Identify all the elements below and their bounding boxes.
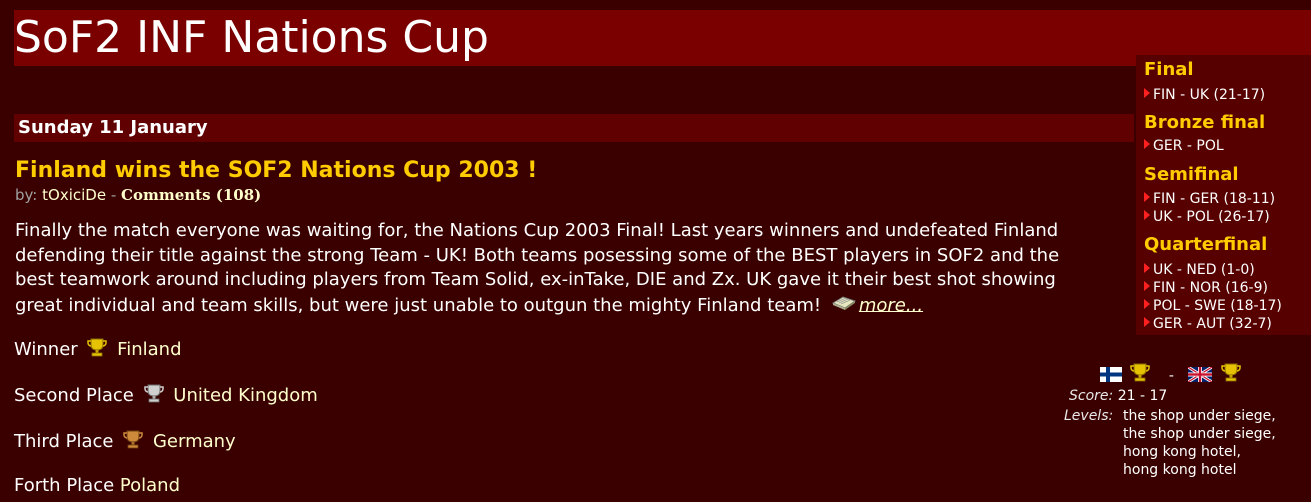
placing-third: Third Place Germany bbox=[14, 429, 236, 454]
arrow-right-icon bbox=[1144, 192, 1150, 202]
site-title: SoF2 INF Nations Cup bbox=[14, 12, 489, 63]
result-item[interactable]: FIN - UK (21-17) bbox=[1144, 86, 1265, 104]
article-line: defending their title against the strong… bbox=[15, 244, 1060, 266]
article-body: Finally the match everyone was waiting f… bbox=[15, 219, 1135, 318]
score-row: Score: 21 - 17 bbox=[1069, 388, 1167, 404]
final-match-box: - Score: 21 - 17 Levels: the shop under … bbox=[1060, 362, 1311, 502]
placing-fourth: Forth Place Poland bbox=[14, 475, 180, 496]
date-bar: Sunday 11 January bbox=[14, 114, 1134, 142]
result-label: POL - SWE (18-17) bbox=[1153, 298, 1282, 314]
result-label: FIN - UK (21-17) bbox=[1153, 87, 1266, 103]
article-line: great individual and team skills, but we… bbox=[15, 294, 822, 316]
level-item: the shop under siege, bbox=[1123, 408, 1276, 424]
by-label: by: bbox=[15, 186, 43, 204]
comments-link[interactable]: Comments (108) bbox=[121, 186, 261, 204]
result-item[interactable]: GER - AUT (32-7) bbox=[1144, 315, 1272, 333]
placing-country[interactable]: Poland bbox=[120, 475, 180, 496]
result-item[interactable]: POL - SWE (18-17) bbox=[1144, 297, 1282, 315]
result-label: UK - POL (26-17) bbox=[1153, 209, 1270, 225]
placing-label: Winner bbox=[14, 339, 78, 360]
levels-label: Levels: bbox=[1064, 408, 1114, 424]
result-label: FIN - NOR (16-9) bbox=[1153, 280, 1268, 296]
arrow-right-icon bbox=[1144, 263, 1150, 273]
arrow-right-icon bbox=[1144, 281, 1150, 291]
placing-country[interactable]: Finland bbox=[117, 339, 181, 360]
author-link[interactable]: tOxiciDe bbox=[42, 186, 106, 204]
gold-trophy-icon bbox=[87, 337, 108, 362]
uk-flag-icon bbox=[1187, 365, 1214, 386]
result-item[interactable]: FIN - NOR (16-9) bbox=[1144, 279, 1268, 297]
result-label: GER - POL bbox=[1153, 138, 1224, 154]
result-item[interactable]: UK - NED (1-0) bbox=[1144, 261, 1255, 279]
quarterfinal-heading: Quarterfinal bbox=[1144, 234, 1268, 255]
result-label: GER - AUT (32-7) bbox=[1153, 316, 1272, 332]
article-line: best teamwork around including players f… bbox=[15, 269, 1056, 290]
placing-winner: Winner Finland bbox=[14, 337, 182, 362]
level-item: the shop under siege, bbox=[1123, 426, 1276, 442]
bronze-final-heading: Bronze final bbox=[1144, 112, 1266, 133]
article-line: Finally the match everyone was waiting f… bbox=[15, 220, 1059, 241]
result-label: UK - NED (1-0) bbox=[1153, 262, 1255, 278]
placing-country[interactable]: United Kingdom bbox=[173, 385, 317, 406]
bronze-trophy-icon bbox=[123, 429, 143, 454]
more-link[interactable]: more... bbox=[859, 294, 923, 315]
result-item[interactable]: GER - POL bbox=[1144, 137, 1224, 155]
news-headline[interactable]: Finland wins the SOF2 Nations Cup 2003 ! bbox=[15, 158, 537, 183]
news-byline: by: tOxiciDe - Comments (108) bbox=[15, 186, 261, 204]
semifinal-heading: Semifinal bbox=[1144, 164, 1239, 185]
levels-list: the shop under siege, the shop under sie… bbox=[1123, 407, 1303, 479]
placing-second: Second Place United Kingdom bbox=[14, 383, 318, 408]
arrow-right-icon bbox=[1144, 88, 1150, 98]
title-bar: SoF2 INF Nations Cup bbox=[14, 10, 1311, 66]
book-icon bbox=[831, 293, 857, 319]
arrow-right-icon bbox=[1144, 317, 1150, 327]
arrow-right-icon bbox=[1144, 299, 1150, 309]
result-item[interactable]: UK - POL (26-17) bbox=[1144, 208, 1270, 226]
gold-trophy-icon bbox=[1221, 362, 1241, 386]
match-teams: - bbox=[1100, 362, 1245, 386]
placing-label: Second Place bbox=[14, 385, 134, 406]
placing-country[interactable]: Germany bbox=[153, 431, 236, 452]
placing-label: Forth Place bbox=[14, 475, 115, 496]
result-label: FIN - GER (18-11) bbox=[1153, 191, 1276, 207]
level-item: hong kong hotel bbox=[1123, 462, 1237, 478]
finland-flag-icon bbox=[1100, 366, 1122, 386]
match-dash: - bbox=[1168, 368, 1174, 384]
score-value: 21 - 17 bbox=[1117, 388, 1168, 404]
final-heading: Final bbox=[1144, 59, 1194, 80]
arrow-right-icon bbox=[1144, 210, 1150, 220]
level-item: hong kong hotel, bbox=[1123, 444, 1241, 460]
silver-trophy-icon bbox=[143, 383, 164, 408]
score-label: Score: bbox=[1069, 388, 1114, 404]
byline-separator: - bbox=[106, 186, 122, 204]
news-date: Sunday 11 January bbox=[18, 117, 208, 138]
result-item[interactable]: FIN - GER (18-11) bbox=[1144, 190, 1275, 208]
arrow-right-icon bbox=[1144, 139, 1150, 149]
results-sidebar: Final FIN - UK (21-17) Bronze final GER … bbox=[1136, 55, 1311, 335]
gold-trophy-icon bbox=[1130, 362, 1151, 386]
placing-label: Third Place bbox=[14, 431, 114, 452]
